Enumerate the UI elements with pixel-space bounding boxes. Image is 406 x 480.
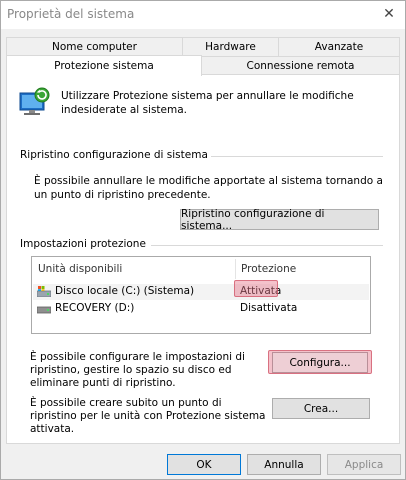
- drive-name: Disco locale (C:) (Sistema): [55, 285, 195, 297]
- system-properties-window: Proprietà del sistema ✕ Nome computer Ha…: [0, 0, 406, 480]
- system-drive-icon: [36, 286, 52, 298]
- tab-nome-computer[interactable]: Nome computer: [6, 37, 183, 56]
- drive-row-d[interactable]: RECOVERY (D:) Disattivata: [33, 301, 369, 317]
- column-header-protection[interactable]: Protezione: [241, 263, 296, 275]
- tab-hardware[interactable]: Hardware: [182, 37, 279, 56]
- create-text: È possibile creare subito un punto di ri…: [30, 397, 266, 435]
- apply-button[interactable]: Applica: [327, 454, 401, 475]
- drive-icon: [36, 305, 52, 314]
- column-header-drives[interactable]: Unità disponibili: [38, 263, 122, 275]
- system-protection-icon: [17, 87, 51, 119]
- drive-row-c[interactable]: Disco locale (C:) (Sistema) Attivata: [33, 284, 369, 300]
- status-highlight: [234, 280, 278, 297]
- restore-text: È possibile annullare le modifiche appor…: [34, 175, 383, 201]
- drive-name: RECOVERY (D:): [55, 302, 135, 314]
- protection-heading: Impostazioni protezione: [20, 238, 146, 250]
- close-icon[interactable]: ✕: [377, 3, 401, 25]
- tab-connessione-remota[interactable]: Connessione remota: [201, 56, 400, 75]
- protection-divider: [151, 245, 383, 246]
- window-title: Proprietà del sistema: [7, 7, 135, 21]
- intro-text: Utilizzare Protezione sistema per annull…: [61, 90, 354, 116]
- restore-divider: [211, 156, 383, 157]
- create-button[interactable]: Crea...: [272, 398, 370, 419]
- configure-text: È possibile configurare le impostazioni …: [30, 351, 245, 389]
- system-restore-button[interactable]: Ripristino configurazione di sistema...: [180, 208, 379, 232]
- tab-protezione-sistema[interactable]: Protezione sistema: [6, 55, 202, 76]
- ok-button[interactable]: OK: [167, 454, 241, 475]
- cancel-button[interactable]: Annulla: [247, 454, 321, 475]
- drive-status: Disattivata: [240, 302, 298, 314]
- configure-button[interactable]: Configura...: [272, 352, 368, 373]
- tab-avanzate[interactable]: Avanzate: [278, 37, 400, 56]
- title-bar: Proprietà del sistema ✕: [1, 1, 405, 29]
- column-separator: [235, 259, 236, 279]
- restore-heading: Ripristino configurazione di sistema: [20, 149, 208, 161]
- drives-list[interactable]: Unità disponibili Protezione Disco local…: [31, 256, 371, 334]
